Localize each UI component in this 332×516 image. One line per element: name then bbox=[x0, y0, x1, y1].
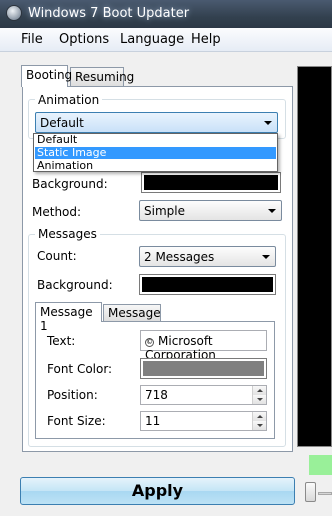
animation-select[interactable]: Default bbox=[35, 112, 278, 133]
preview-slider-thumb[interactable] bbox=[305, 482, 316, 502]
count-select-value: 2 Messages bbox=[144, 250, 215, 264]
dropdown-option-static-image[interactable]: Static Image bbox=[35, 147, 276, 159]
font-size-value: 11 bbox=[145, 414, 161, 428]
background-color-fill bbox=[144, 175, 278, 190]
messages-background-color-fill bbox=[142, 277, 273, 292]
font-size-label: Font Size: bbox=[47, 414, 106, 428]
method-select[interactable]: Simple bbox=[139, 200, 282, 221]
animation-dropdown-list: Default Static Image Animation bbox=[33, 133, 278, 172]
font-size-spin-buttons bbox=[252, 412, 266, 430]
copyright-icon: © bbox=[145, 338, 154, 347]
spin-up-icon[interactable] bbox=[252, 386, 266, 395]
animation-select-value: Default bbox=[40, 116, 84, 130]
spin-down-icon[interactable] bbox=[252, 395, 266, 404]
menu-help[interactable]: Help bbox=[191, 32, 221, 47]
messages-background-label: Background: bbox=[37, 278, 113, 292]
message-panel: Text: © Microsoft Corporation Font Color:… bbox=[35, 321, 275, 439]
tab-booting[interactable]: Booting bbox=[21, 65, 72, 87]
title-bar: Windows 7 Boot Updater bbox=[0, 0, 332, 28]
dropdown-option-animation[interactable]: Animation bbox=[35, 160, 276, 172]
message-text-input[interactable]: © Microsoft Corporation bbox=[140, 330, 267, 362]
tab-message-1[interactable]: Message 1 bbox=[35, 302, 102, 333]
chevron-down-icon bbox=[264, 121, 272, 125]
boot-preview bbox=[297, 66, 332, 447]
font-color-label: Font Color: bbox=[47, 362, 113, 376]
method-select-value: Simple bbox=[144, 204, 185, 218]
menu-bar: File Options Language Help bbox=[0, 28, 332, 52]
background-label: Background: bbox=[32, 177, 108, 191]
menu-language[interactable]: Language bbox=[120, 32, 184, 47]
tab-resuming[interactable]: Resuming bbox=[70, 67, 134, 87]
position-spin-buttons bbox=[252, 386, 266, 404]
spin-up-icon[interactable] bbox=[252, 412, 266, 421]
count-select[interactable]: 2 Messages bbox=[139, 246, 276, 267]
animation-group-label: Animation bbox=[35, 93, 103, 107]
dropdown-option-default[interactable]: Default bbox=[35, 134, 276, 146]
apply-button[interactable]: Apply bbox=[20, 477, 295, 505]
method-label: Method: bbox=[32, 205, 82, 219]
font-color-swatch[interactable] bbox=[140, 358, 267, 379]
text-label: Text: bbox=[47, 334, 76, 348]
position-label: Position: bbox=[47, 388, 98, 402]
chevron-down-icon bbox=[268, 209, 276, 213]
menu-file[interactable]: File bbox=[21, 32, 43, 47]
count-label: Count: bbox=[37, 249, 77, 263]
position-stepper[interactable]: 718 bbox=[140, 385, 267, 405]
font-size-stepper[interactable]: 11 bbox=[140, 411, 267, 431]
messages-background-color-swatch[interactable] bbox=[139, 274, 276, 295]
preview-slider-track[interactable] bbox=[318, 492, 332, 495]
window-title: Windows 7 Boot Updater bbox=[28, 6, 190, 21]
background-color-swatch[interactable] bbox=[141, 172, 281, 193]
position-value: 718 bbox=[145, 388, 168, 402]
menu-options[interactable]: Options bbox=[59, 32, 109, 47]
messages-group-label: Messages bbox=[35, 227, 100, 241]
spin-down-icon[interactable] bbox=[252, 421, 266, 430]
preview-status-indicator bbox=[309, 455, 332, 475]
app-disc-icon bbox=[6, 5, 22, 21]
font-color-fill bbox=[143, 361, 264, 376]
chevron-down-icon bbox=[262, 255, 270, 259]
tab-message-2[interactable]: Message 2 bbox=[103, 304, 161, 334]
